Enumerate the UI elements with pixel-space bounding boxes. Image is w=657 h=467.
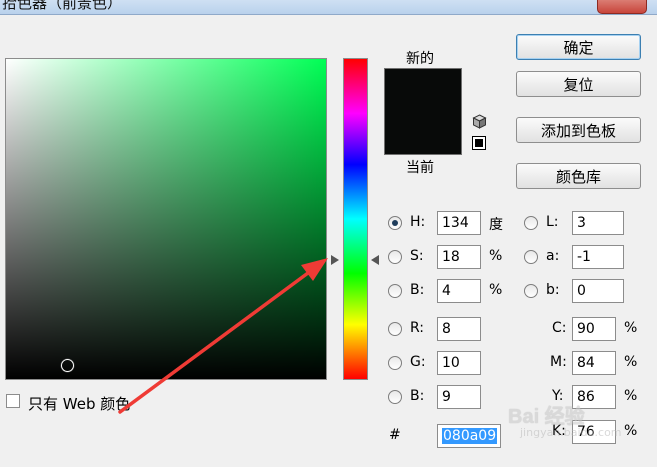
lab-a-field[interactable]: -1 [572, 245, 624, 269]
lab-a-radio[interactable] [524, 250, 538, 264]
only-web-colors-checkbox[interactable] [6, 394, 20, 408]
lab-b-field[interactable]: 0 [572, 279, 624, 303]
green-label: G: [410, 354, 426, 370]
brightness-radio[interactable] [388, 284, 402, 298]
black-label: K: [552, 423, 566, 439]
title-bar: 拾色器（前景色） [0, 0, 657, 15]
web-safe-square-icon[interactable] [472, 136, 486, 150]
hex-value: 080a09 [442, 428, 498, 444]
lab-l-field[interactable]: 3 [572, 211, 624, 235]
brightness-field[interactable]: 4 [437, 279, 481, 303]
saturation-field[interactable]: 18 [437, 245, 481, 269]
lab-b-label: b: [546, 282, 560, 298]
only-web-colors-label: 只有 Web 颜色 [28, 395, 131, 413]
cyan-unit: % [624, 320, 638, 336]
reset-button[interactable]: 复位 [516, 71, 641, 97]
brightness-unit: % [489, 282, 503, 298]
lab-b-radio[interactable] [524, 284, 538, 298]
ok-button[interactable]: 确定 [516, 34, 641, 60]
window-title: 拾色器（前景色） [2, 0, 123, 12]
red-field[interactable]: 8 [437, 317, 481, 341]
blue-label: B: [410, 388, 425, 404]
red-label: R: [410, 320, 425, 336]
color-field-cursor[interactable] [61, 359, 74, 372]
color-field[interactable] [5, 58, 327, 380]
color-libraries-button[interactable]: 颜色库 [516, 163, 641, 189]
magenta-field[interactable]: 84 [572, 351, 616, 375]
hex-field[interactable]: 080a09 [437, 424, 501, 448]
magenta-unit: % [624, 354, 638, 370]
saturation-radio[interactable] [388, 250, 402, 264]
new-color-label: 新的 [406, 51, 434, 67]
black-field[interactable]: 76 [572, 420, 616, 444]
lab-a-label: a: [546, 248, 560, 264]
lab-l-radio[interactable] [524, 216, 538, 230]
cyan-label: C: [552, 320, 567, 336]
cyan-field[interactable]: 90 [572, 317, 616, 341]
green-field[interactable]: 10 [437, 351, 481, 375]
hue-label: H: [410, 214, 426, 230]
yellow-field[interactable]: 86 [572, 385, 616, 409]
green-radio[interactable] [388, 356, 402, 370]
hue-radio[interactable] [388, 216, 402, 230]
blue-radio[interactable] [388, 390, 402, 404]
lab-l-label: L: [546, 214, 559, 230]
saturation-label: S: [410, 248, 424, 264]
hue-slider-right-arrow-icon[interactable] [371, 255, 379, 265]
hue-slider[interactable] [343, 58, 368, 380]
hue-field[interactable]: 134 [437, 211, 481, 235]
hue-unit: 度 [489, 217, 503, 233]
red-radio[interactable] [388, 322, 402, 336]
magenta-label: M: [550, 354, 567, 370]
black-unit: % [624, 423, 638, 439]
yellow-unit: % [624, 388, 638, 404]
hex-label: # [389, 427, 401, 443]
brightness-label: B: [410, 282, 425, 298]
close-button[interactable] [597, 0, 647, 14]
add-to-swatches-button[interactable]: 添加到色板 [516, 117, 641, 143]
saturation-unit: % [489, 248, 503, 264]
current-color-label: 当前 [406, 160, 434, 176]
blue-field[interactable]: 9 [437, 385, 481, 409]
yellow-label: Y: [552, 388, 564, 404]
hue-slider-left-arrow-icon[interactable] [331, 255, 339, 265]
current-color-swatch[interactable] [384, 110, 462, 155]
new-color-swatch [384, 68, 462, 111]
cube-warning-icon[interactable] [472, 114, 487, 129]
